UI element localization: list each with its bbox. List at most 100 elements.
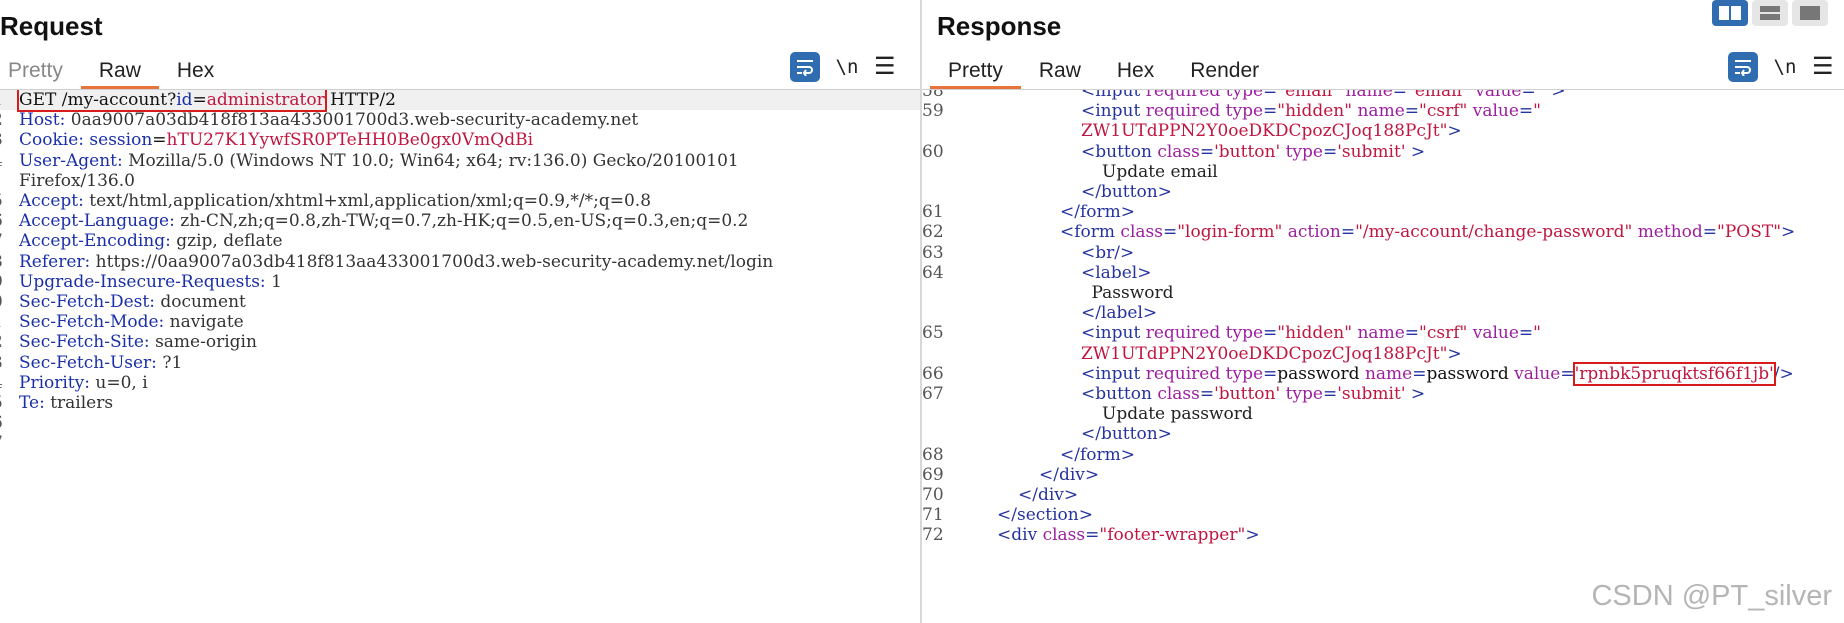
code-token: > [1447,343,1462,364]
code-token: = [1560,363,1575,384]
line-number: 1 [0,90,12,110]
response-editor[interactable]: 58 <input required type="email" name="ema… [922,89,1844,623]
line-number: 67 [922,384,944,404]
code-token: <input [1081,89,1146,101]
code-text: Firefox/136.0 [19,171,135,191]
line-number: 4 [0,151,12,171]
split-vertical-icon[interactable] [1752,0,1788,26]
split-horizontal-icon[interactable] [1712,0,1748,26]
single-pane-icon[interactable] [1792,0,1828,26]
code-line: 70 </div> [922,485,1844,505]
code-token: = [1518,323,1534,344]
code-token: = [1263,323,1278,344]
code-token: method [1637,222,1703,243]
code-token: value [1472,323,1519,344]
code-token: Host: [19,110,71,131]
code-token: = [1263,101,1278,122]
code-token: 'submit' [1337,141,1406,162]
hamburger-menu-icon[interactable]: ☰ [874,55,896,79]
code-text: </button> [1081,182,1172,202]
code-token: = [1521,89,1536,101]
code-line: 63 <br/> [922,243,1844,263]
code-text: </section> [997,505,1093,525]
tab-hex[interactable]: Hex [1099,55,1172,89]
code-token: User-Agent: [19,150,129,171]
layout-switcher [1712,0,1828,26]
code-token: value [1514,363,1561,384]
code-token: 'submit' [1337,384,1406,404]
tab-render[interactable]: Render [1172,55,1277,89]
wrap-lines-icon[interactable] [1728,52,1758,82]
wrap-lines-icon[interactable] [790,52,820,82]
request-editor[interactable]: 1GET /my-account?id=administrator HTTP/2… [0,89,920,623]
code-token: Update email [1102,161,1218,182]
code-token: u=0, i [95,372,148,393]
tab-pretty[interactable]: Pretty [0,55,81,89]
code-line: 7 [0,433,920,453]
code-token: gzip, deflate [176,231,283,252]
code-text: <button class='button' type='submit' > [1081,384,1425,404]
code-line: 2 Host: 0aa9007a03db418f813aa433001700d3.… [0,110,920,130]
code-line: 2 Sec-Fetch-Site: same-origin [0,332,920,352]
line-number: 71 [922,505,944,526]
code-text: <input required type="email" name="email… [1081,89,1566,101]
code-token: <label> [1081,262,1152,283]
code-token: Priority: [19,372,96,393]
line-number: 6 [0,211,12,231]
response-title: Response [937,11,1062,41]
code-text: Sec-Fetch-Site: same-origin [19,332,257,352]
line-number: 3 [0,130,12,150]
code-text: <input required type="hidden" name="csrf… [1081,101,1541,121]
tab-raw[interactable]: Raw [1021,55,1099,89]
code-token: ZW1UTdPPN2Y0oeDKDCpozCJoq188PcJt" [1081,121,1448,142]
code-token: "/my-account/change-password" [1355,222,1638,243]
line-number: 4 [0,373,12,393]
code-text: GET /my-account?id=administrator HTTP/2 [17,90,396,112]
code-token: "footer-wrapper" [1099,525,1246,546]
tab-raw[interactable]: Raw [80,55,159,89]
newline-toggle-button[interactable]: \n [1772,56,1798,78]
line-number: 2 [0,332,12,352]
code-line: Firefox/136.0 [0,171,920,191]
code-text: Password [1092,283,1174,303]
code-text: User-Agent: Mozilla/5.0 (Windows NT 10.0… [19,151,739,171]
code-text: <label> [1081,263,1151,283]
code-line: 71 </section> [922,505,1844,525]
code-token: = [1404,323,1419,344]
code-line: 3 Sec-Fetch-User: ?1 [0,353,920,373]
code-token: type [1285,141,1323,162]
code-token: = [1412,363,1427,384]
code-token: <input [1081,323,1146,344]
code-line: Update email [922,162,1844,182]
code-token: required [1145,363,1226,384]
code-text: <button class='button' type='submit' > [1081,142,1425,162]
code-token: = [1162,222,1178,243]
code-line: 9 Upgrade-Insecure-Requests: 1 [0,272,920,292]
code-line: 5 Accept: text/html,application/xhtml+xml… [0,191,920,211]
tab-pretty[interactable]: Pretty [930,55,1021,89]
code-token: type [1225,323,1264,344]
code-token: </div> [1039,464,1100,485]
code-token: <div [997,525,1043,546]
tab-hex[interactable]: Hex [159,55,232,89]
code-token: password [1426,363,1515,384]
code-token: required [1145,323,1226,344]
code-token: > [1447,121,1462,142]
newline-toggle-button[interactable]: \n [834,56,860,78]
code-token: "email" [1407,89,1476,101]
code-line: Update password [922,404,1844,424]
code-token: name [1357,101,1405,122]
code-token: <button [1081,141,1158,162]
code-line: 64 <label> [922,263,1844,283]
code-line: 3 Cookie: session=hTU27K1YywfSR0PTeHH0Be0… [0,130,920,150]
hamburger-menu-icon[interactable]: ☰ [1812,55,1834,79]
code-token: = [1263,363,1278,384]
code-line: 65 <input required type="hidden" name="cs… [922,323,1844,343]
code-token: hTU27K1YywfSR0PTeHH0Be0gx0VmQdBi [166,130,534,151]
line-number: 0 [0,292,12,312]
code-line: 1 Sec-Fetch-Mode: navigate [0,312,920,332]
code-text: Te: trailers [19,393,113,413]
code-token: "" [1535,89,1552,101]
code-token: name [1364,363,1413,384]
line-number: 62 [922,222,944,243]
